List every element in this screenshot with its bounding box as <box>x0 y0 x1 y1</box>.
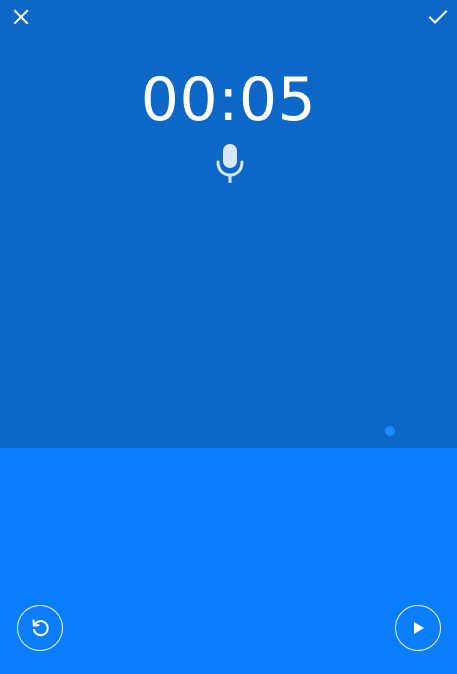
microphone-icon <box>216 144 244 183</box>
play-icon <box>414 622 424 634</box>
playhead-dot <box>385 426 395 436</box>
recorder-screen: 00:05 <box>0 0 457 674</box>
reset-button[interactable] <box>17 605 63 651</box>
elapsed-timer: 00:05 <box>140 65 317 135</box>
confirm-button[interactable] <box>421 0 455 34</box>
recording-panel: 00:05 <box>0 0 457 448</box>
close-button[interactable] <box>4 0 38 34</box>
play-button[interactable] <box>395 605 441 651</box>
close-icon <box>13 9 29 25</box>
controls-panel <box>0 448 457 674</box>
check-icon <box>428 10 448 24</box>
reset-icon <box>32 619 49 637</box>
